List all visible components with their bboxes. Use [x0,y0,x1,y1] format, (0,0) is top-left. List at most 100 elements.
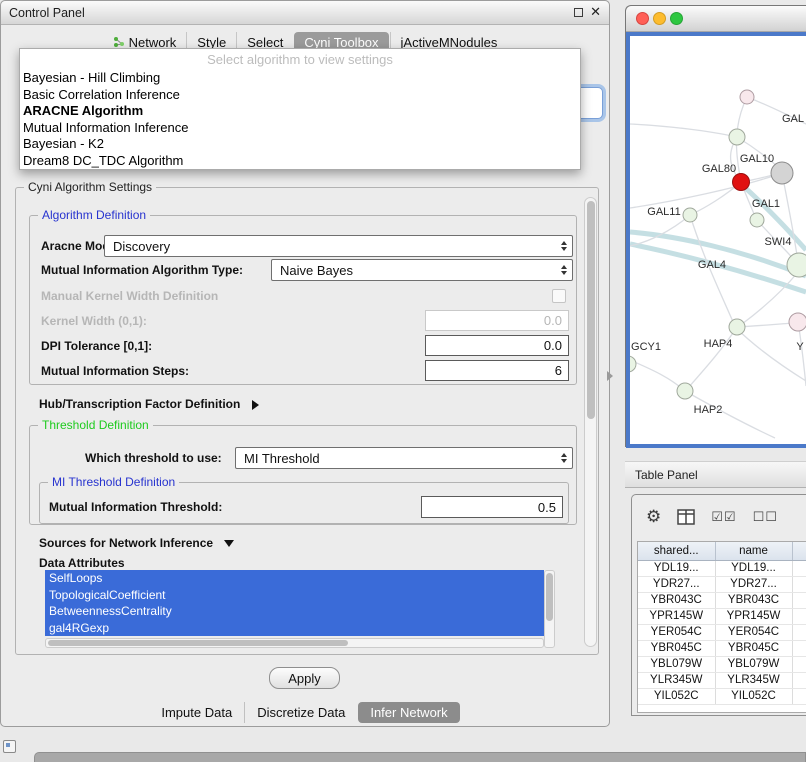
zoom-traffic-light-icon[interactable] [670,12,683,25]
list-item-gal4rgexp[interactable]: gal4RGexp [45,620,544,637]
table-cell[interactable]: YBL079W [715,656,792,672]
close-icon[interactable]: ✕ [590,6,601,19]
table-cell[interactable]: YPR145W [638,608,715,624]
table-cell[interactable]: YER054C [715,624,792,640]
list-item-topologicalcoefficient[interactable]: TopologicalCoefficient [45,587,544,604]
aracne-mode-combobox[interactable]: Discovery [104,235,573,257]
table-cell[interactable]: YBL079W [638,656,715,672]
table-row[interactable]: YBR045CYBR045C9. [638,640,806,656]
deselect-all-checkboxes-icon[interactable]: ☐☐ [753,510,778,525]
table-column-header[interactable]: name [715,542,792,560]
network-window-titlebar[interactable] [626,6,806,32]
table-cell[interactable]: YBR045C [715,640,792,656]
table-cell[interactable]: YDR27... [638,576,715,592]
table-cell[interactable] [792,592,806,608]
popup-item-mutual-information[interactable]: Mutual Information Inference [20,120,580,137]
table-column-header[interactable] [792,542,806,560]
kernel-width-field[interactable]: 0.0 [425,310,569,331]
popup-item-basic-correlation[interactable]: Basic Correlation Inference [20,87,580,104]
table-cell[interactable]: YIL052C [638,688,715,704]
table-panel-header: Table Panel [625,461,806,488]
gear-icon[interactable]: ⚙ [646,507,661,527]
minimize-traffic-light-icon[interactable] [653,12,666,25]
table-cell[interactable] [792,656,806,672]
table-cell[interactable]: YBR043C [638,592,715,608]
dpi-tolerance-field[interactable]: 0.0 [425,335,569,356]
list-item-selfloops[interactable]: SelfLoops [45,570,544,587]
network-node[interactable] [630,356,636,372]
popup-item-dream8[interactable]: Dream8 DC_TDC Algorithm [20,153,580,170]
panel-dock-icon[interactable] [3,740,16,753]
which-threshold-combobox[interactable]: MI Threshold [235,447,573,469]
table-cell[interactable]: 12 [792,576,806,592]
table-cell[interactable]: YIL052C [715,688,792,704]
tab-infer-network[interactable]: Infer Network [358,702,459,723]
expanded-arrow-icon[interactable] [224,540,234,547]
tab-discretize-data[interactable]: Discretize Data [244,702,357,723]
scrollbar-thumb[interactable] [587,201,595,419]
table-cell[interactable]: YLR345W [638,672,715,688]
table-cell[interactable] [792,688,806,704]
table-row[interactable]: YLR345WYLR345W9. [638,672,806,688]
table-cell[interactable]: 8. [792,624,806,640]
table-row[interactable]: YER054CYER054C8. [638,624,806,640]
manual-kernel-width-checkbox[interactable] [552,289,566,303]
table-cell[interactable]: YDR27... [715,576,792,592]
data-attributes-list: SelfLoops TopologicalCoefficient Between… [45,570,544,636]
float-window-icon[interactable] [574,8,583,17]
select-all-checkboxes-icon[interactable]: ☑☑ [711,510,736,525]
network-node[interactable] [750,213,764,227]
window-title: Control Panel [1,6,85,20]
mi-algorithm-type-combobox[interactable]: Naive Bayes [271,259,573,281]
sources-section-toggle[interactable]: Sources for Network Inference [39,536,234,550]
collapsed-arrow-icon[interactable] [252,400,259,410]
table-row[interactable]: YIL052CYIL052C [638,688,806,704]
table-cell[interactable]: 9. [792,608,806,624]
tab-impute-data[interactable]: Impute Data [149,702,244,723]
apply-button[interactable]: Apply [269,667,340,689]
table-cell[interactable]: 13 [792,560,806,576]
mi-threshold-field[interactable]: 0.5 [421,496,563,518]
table-row[interactable]: YDL19...YDL19...13 [638,560,806,576]
column-selector-icon[interactable] [677,509,695,525]
mi-steps-field[interactable]: 6 [425,360,569,381]
popup-item-bayesian-k2[interactable]: Bayesian - K2 [20,136,580,153]
network-node[interactable] [729,319,745,335]
table-row[interactable]: YDR27...YDR27...12 [638,576,806,592]
network-node[interactable] [740,90,754,104]
settings-vertical-scrollbar[interactable] [584,197,597,647]
network-canvas[interactable]: GAL80GAL10GAL11GAL1SWI4GAL4GCY1HAP4HAP2G… [626,32,806,448]
network-node[interactable] [683,208,697,222]
table-cell[interactable]: YPR145W [715,608,792,624]
list-vertical-scrollbar[interactable] [544,570,555,648]
table-cell[interactable]: YDL19... [715,560,792,576]
hub-section-toggle[interactable]: Hub/Transcription Factor Definition [39,397,259,411]
popup-item-bayesian-hill-climbing[interactable]: Bayesian - Hill Climbing [20,70,580,87]
table-row[interactable]: YBR043CYBR043C [638,592,806,608]
network-node[interactable] [789,313,806,331]
network-node[interactable] [729,129,745,145]
network-node[interactable] [677,383,693,399]
scrollbar-thumb[interactable] [546,573,553,621]
scrollbar-thumb[interactable] [48,640,348,646]
list-item-betweennesscentrality[interactable]: BetweennessCentrality [45,603,544,620]
table-row[interactable]: YBL079WYBL079W [638,656,806,672]
network-node[interactable] [771,162,793,184]
table-cell[interactable]: 9. [792,672,806,688]
table-row[interactable]: YPR145WYPR145W9. [638,608,806,624]
network-node[interactable] [787,253,806,277]
close-traffic-light-icon[interactable] [636,12,649,25]
table-cell[interactable]: YDL19... [638,560,715,576]
popup-item-aracne[interactable]: ARACNE Algorithm [20,103,580,120]
table-cell[interactable]: YBR045C [638,640,715,656]
network-node[interactable] [733,174,750,191]
table-cell[interactable]: YLR345W [715,672,792,688]
table-cell[interactable]: YBR043C [715,592,792,608]
table-column-header[interactable]: shared... [638,542,715,560]
table-cell[interactable]: 9. [792,640,806,656]
splitter-collapse-handle[interactable] [607,371,613,381]
list-horizontal-scrollbar[interactable] [45,638,544,648]
control-panel-titlebar[interactable]: Control Panel ✕ [1,1,609,25]
node-table: shared...name YDL19...YDL19...13YDR27...… [637,541,806,713]
table-cell[interactable]: YER054C [638,624,715,640]
